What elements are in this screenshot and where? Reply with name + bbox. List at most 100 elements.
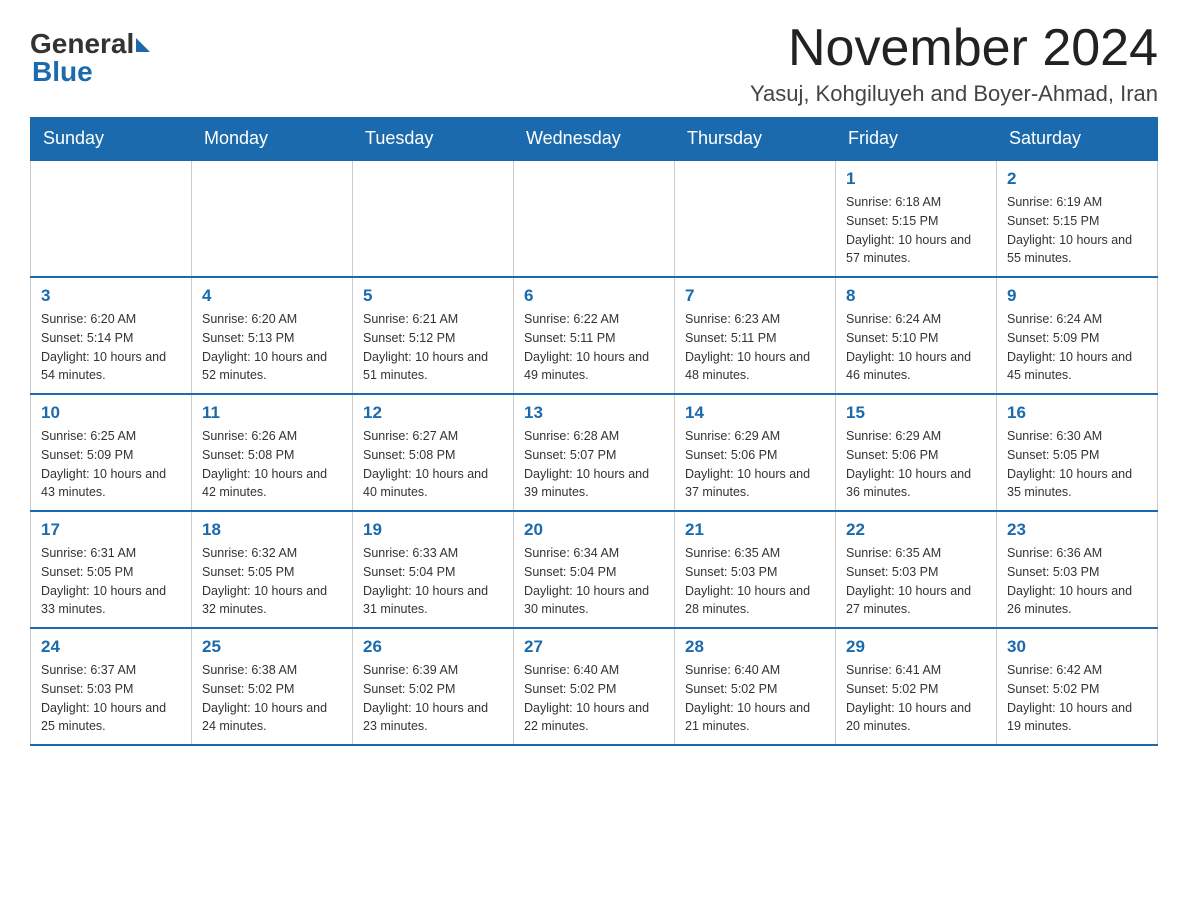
table-row: 22 Sunrise: 6:35 AMSunset: 5:03 PMDayligh… <box>836 511 997 628</box>
day-number: 13 <box>524 403 664 423</box>
table-row <box>353 160 514 277</box>
calendar-week-row: 3 Sunrise: 6:20 AMSunset: 5:14 PMDaylight… <box>31 277 1158 394</box>
day-info: Sunrise: 6:26 AMSunset: 5:08 PMDaylight:… <box>202 427 342 502</box>
table-row: 21Sunrise: 6:35 AMSunset: 5:03 PMDayligh… <box>675 511 836 628</box>
title-section: November 2024 Yasuj, Kohgiluyeh and Boye… <box>750 20 1158 107</box>
table-row: 26 Sunrise: 6:39 AMSunset: 5:02 PMDayligh… <box>353 628 514 745</box>
day-number: 14 <box>685 403 825 423</box>
month-year-title: November 2024 <box>750 20 1158 77</box>
day-info: Sunrise: 6:36 AMSunset: 5:03 PMDaylight:… <box>1007 544 1147 619</box>
day-info: Sunrise: 6:34 AMSunset: 5:04 PMDaylight:… <box>524 544 664 619</box>
logo: General Blue <box>30 30 150 86</box>
table-row: 14Sunrise: 6:29 AMSunset: 5:06 PMDayligh… <box>675 394 836 511</box>
header-friday: Friday <box>836 118 997 161</box>
day-info: Sunrise: 6:22 AMSunset: 5:11 PMDaylight:… <box>524 310 664 385</box>
day-info: Sunrise: 6:28 AMSunset: 5:07 PMDaylight:… <box>524 427 664 502</box>
table-row: 2 Sunrise: 6:19 AMSunset: 5:15 PMDaylight… <box>997 160 1158 277</box>
day-info: Sunrise: 6:35 AMSunset: 5:03 PMDaylight:… <box>685 544 825 619</box>
day-info: Sunrise: 6:24 AMSunset: 5:10 PMDaylight:… <box>846 310 986 385</box>
day-number: 10 <box>41 403 181 423</box>
calendar-week-row: 24Sunrise: 6:37 AMSunset: 5:03 PMDayligh… <box>31 628 1158 745</box>
day-number: 20 <box>524 520 664 540</box>
table-row: 6 Sunrise: 6:22 AMSunset: 5:11 PMDaylight… <box>514 277 675 394</box>
table-row: 9 Sunrise: 6:24 AMSunset: 5:09 PMDaylight… <box>997 277 1158 394</box>
day-number: 7 <box>685 286 825 306</box>
header-thursday: Thursday <box>675 118 836 161</box>
table-row: 3 Sunrise: 6:20 AMSunset: 5:14 PMDaylight… <box>31 277 192 394</box>
calendar-header-row: Sunday Monday Tuesday Wednesday Thursday… <box>31 118 1158 161</box>
table-row: 15 Sunrise: 6:29 AMSunset: 5:06 PMDayligh… <box>836 394 997 511</box>
day-number: 26 <box>363 637 503 657</box>
day-info: Sunrise: 6:30 AMSunset: 5:05 PMDaylight:… <box>1007 427 1147 502</box>
day-info: Sunrise: 6:39 AMSunset: 5:02 PMDaylight:… <box>363 661 503 736</box>
table-row: 4 Sunrise: 6:20 AMSunset: 5:13 PMDaylight… <box>192 277 353 394</box>
day-number: 28 <box>685 637 825 657</box>
calendar-week-row: 10Sunrise: 6:25 AMSunset: 5:09 PMDayligh… <box>31 394 1158 511</box>
day-info: Sunrise: 6:31 AMSunset: 5:05 PMDaylight:… <box>41 544 181 619</box>
day-info: Sunrise: 6:38 AMSunset: 5:02 PMDaylight:… <box>202 661 342 736</box>
header-wednesday: Wednesday <box>514 118 675 161</box>
table-row: 24Sunrise: 6:37 AMSunset: 5:03 PMDayligh… <box>31 628 192 745</box>
table-row: 12Sunrise: 6:27 AMSunset: 5:08 PMDayligh… <box>353 394 514 511</box>
day-info: Sunrise: 6:40 AMSunset: 5:02 PMDaylight:… <box>685 661 825 736</box>
day-info: Sunrise: 6:24 AMSunset: 5:09 PMDaylight:… <box>1007 310 1147 385</box>
day-number: 5 <box>363 286 503 306</box>
day-info: Sunrise: 6:33 AMSunset: 5:04 PMDaylight:… <box>363 544 503 619</box>
day-info: Sunrise: 6:42 AMSunset: 5:02 PMDaylight:… <box>1007 661 1147 736</box>
day-number: 25 <box>202 637 342 657</box>
table-row <box>192 160 353 277</box>
day-number: 3 <box>41 286 181 306</box>
day-info: Sunrise: 6:41 AMSunset: 5:02 PMDaylight:… <box>846 661 986 736</box>
table-row: 5 Sunrise: 6:21 AMSunset: 5:12 PMDaylight… <box>353 277 514 394</box>
table-row: 13 Sunrise: 6:28 AMSunset: 5:07 PMDayligh… <box>514 394 675 511</box>
day-number: 15 <box>846 403 986 423</box>
header-monday: Monday <box>192 118 353 161</box>
table-row: 18 Sunrise: 6:32 AMSunset: 5:05 PMDayligh… <box>192 511 353 628</box>
day-info: Sunrise: 6:20 AMSunset: 5:14 PMDaylight:… <box>41 310 181 385</box>
day-info: Sunrise: 6:29 AMSunset: 5:06 PMDaylight:… <box>846 427 986 502</box>
day-number: 9 <box>1007 286 1147 306</box>
header-tuesday: Tuesday <box>353 118 514 161</box>
logo-triangle-icon <box>136 38 150 52</box>
table-row: 17 Sunrise: 6:31 AMSunset: 5:05 PMDayligh… <box>31 511 192 628</box>
day-number: 1 <box>846 169 986 189</box>
day-number: 27 <box>524 637 664 657</box>
day-info: Sunrise: 6:23 AMSunset: 5:11 PMDaylight:… <box>685 310 825 385</box>
table-row: 29Sunrise: 6:41 AMSunset: 5:02 PMDayligh… <box>836 628 997 745</box>
table-row: 10Sunrise: 6:25 AMSunset: 5:09 PMDayligh… <box>31 394 192 511</box>
table-row: 1Sunrise: 6:18 AMSunset: 5:15 PMDaylight… <box>836 160 997 277</box>
day-info: Sunrise: 6:32 AMSunset: 5:05 PMDaylight:… <box>202 544 342 619</box>
table-row: 7 Sunrise: 6:23 AMSunset: 5:11 PMDaylight… <box>675 277 836 394</box>
day-number: 4 <box>202 286 342 306</box>
day-number: 22 <box>846 520 986 540</box>
table-row: 8Sunrise: 6:24 AMSunset: 5:10 PMDaylight… <box>836 277 997 394</box>
day-number: 18 <box>202 520 342 540</box>
table-row <box>675 160 836 277</box>
day-info: Sunrise: 6:27 AMSunset: 5:08 PMDaylight:… <box>363 427 503 502</box>
page-header: General Blue November 2024 Yasuj, Kohgil… <box>30 20 1158 107</box>
day-info: Sunrise: 6:35 AMSunset: 5:03 PMDaylight:… <box>846 544 986 619</box>
day-info: Sunrise: 6:21 AMSunset: 5:12 PMDaylight:… <box>363 310 503 385</box>
day-info: Sunrise: 6:40 AMSunset: 5:02 PMDaylight:… <box>524 661 664 736</box>
day-info: Sunrise: 6:37 AMSunset: 5:03 PMDaylight:… <box>41 661 181 736</box>
calendar-week-row: 17 Sunrise: 6:31 AMSunset: 5:05 PMDayligh… <box>31 511 1158 628</box>
day-number: 19 <box>363 520 503 540</box>
table-row: 30 Sunrise: 6:42 AMSunset: 5:02 PMDayligh… <box>997 628 1158 745</box>
day-number: 16 <box>1007 403 1147 423</box>
header-sunday: Sunday <box>31 118 192 161</box>
day-number: 17 <box>41 520 181 540</box>
day-number: 6 <box>524 286 664 306</box>
table-row <box>514 160 675 277</box>
table-row: 20 Sunrise: 6:34 AMSunset: 5:04 PMDayligh… <box>514 511 675 628</box>
day-number: 2 <box>1007 169 1147 189</box>
day-info: Sunrise: 6:19 AMSunset: 5:15 PMDaylight:… <box>1007 193 1147 268</box>
table-row: 19 Sunrise: 6:33 AMSunset: 5:04 PMDayligh… <box>353 511 514 628</box>
day-number: 30 <box>1007 637 1147 657</box>
logo-blue-text: Blue <box>32 58 150 86</box>
table-row: 16 Sunrise: 6:30 AMSunset: 5:05 PMDayligh… <box>997 394 1158 511</box>
day-info: Sunrise: 6:20 AMSunset: 5:13 PMDaylight:… <box>202 310 342 385</box>
table-row <box>31 160 192 277</box>
logo-general-text: General <box>30 30 134 58</box>
calendar-table: Sunday Monday Tuesday Wednesday Thursday… <box>30 117 1158 746</box>
table-row: 25 Sunrise: 6:38 AMSunset: 5:02 PMDayligh… <box>192 628 353 745</box>
